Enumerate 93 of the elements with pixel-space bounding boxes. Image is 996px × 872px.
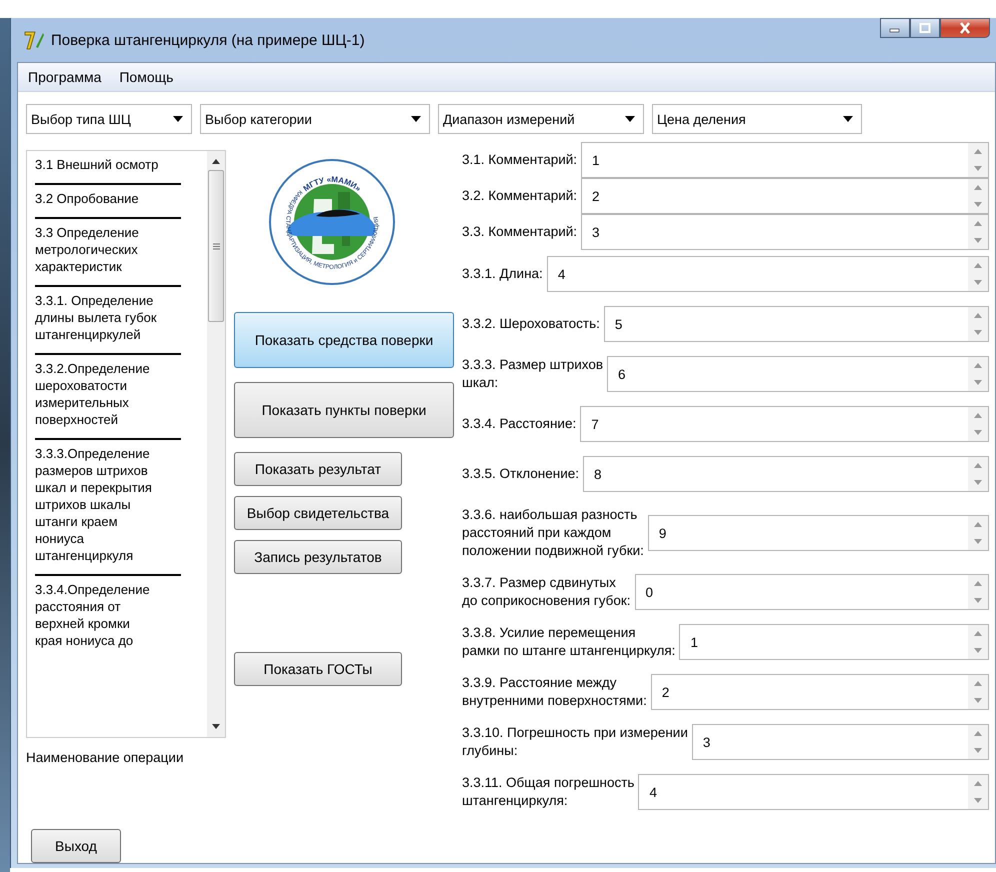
caret-icon: [843, 116, 853, 122]
up-arrow-icon[interactable]: [974, 631, 982, 636]
field-label: 3.3.5. Отклонение:: [462, 465, 580, 483]
dropdown[interactable]: Выбор типа ШЦ: [26, 104, 192, 134]
field-label: 3.3.9. Расcтояние между внутренними поверхностями:: [462, 674, 647, 710]
up-arrow-icon[interactable]: [974, 263, 982, 268]
exit-button[interactable]: Выход: [31, 829, 121, 863]
operation-item[interactable]: 3.3.4.Определение расстояния от верхней кромки края нониуса до: [35, 578, 181, 659]
field-label: 3.3.8. Усилие перемещения рамки по штанге штангенциркуля:: [462, 624, 676, 660]
input-field[interactable]: 5: [604, 306, 989, 342]
input-field[interactable]: 3: [581, 214, 989, 250]
field-label: 3.3.1. Длина:: [462, 265, 543, 283]
maximize-icon: [919, 23, 931, 33]
up-arrow-icon[interactable]: [974, 522, 982, 527]
input-field[interactable]: 1: [581, 142, 989, 178]
up-arrow-icon[interactable]: [974, 221, 982, 226]
down-arrow-icon[interactable]: [974, 330, 982, 335]
up-arrow-icon[interactable]: [974, 313, 982, 318]
operation-caption: Наименование операции: [26, 750, 184, 765]
field-label: 3.3.4. Расстояние:: [462, 415, 576, 433]
up-arrow-icon[interactable]: [974, 463, 982, 468]
input-field[interactable]: 6: [607, 356, 989, 392]
input-field[interactable]: 1: [679, 624, 989, 660]
down-arrow-icon[interactable]: [974, 166, 982, 171]
down-arrow-icon[interactable]: [974, 598, 982, 603]
dropdown[interactable]: Диапазон измерений: [438, 104, 644, 134]
up-arrow-icon[interactable]: [974, 363, 982, 368]
field-label: 3.3. Комментарий:: [462, 223, 578, 241]
input-field[interactable]: 7: [580, 406, 989, 442]
minimize-button[interactable]: [880, 18, 910, 38]
operation-item[interactable]: 3.3.1. Определение длины вылета губок штангенциркулей: [35, 289, 181, 355]
caret-icon: [411, 116, 421, 122]
operation-item[interactable]: 3.1 Внешний осмотр: [35, 153, 181, 185]
input-field[interactable]: 2: [581, 178, 989, 214]
window-title: Поверка штангенциркуля (на примере ШЦ-1): [51, 32, 365, 48]
field-label: 3.3.11. Общая погрешность штангенциркуля:: [462, 774, 634, 810]
field-label: 3.3.10. Погрешность при измерении глубины:: [462, 724, 688, 760]
field-label: 3.3.2. Шероховатость:: [462, 315, 600, 333]
scroll-down-icon: [212, 724, 220, 729]
menu-item[interactable]: Помощь: [119, 69, 174, 85]
field-label: 3.3.3. Размер штрихов шкал:: [462, 356, 604, 392]
down-arrow-icon[interactable]: [974, 748, 982, 753]
input-field[interactable]: 0: [634, 574, 989, 610]
maximize-button[interactable]: [910, 18, 940, 38]
app-icon: [23, 29, 45, 51]
close-button[interactable]: [940, 18, 990, 38]
down-arrow-icon[interactable]: [974, 698, 982, 703]
down-arrow-icon[interactable]: [974, 430, 982, 435]
action-button[interactable]: Показать результат: [234, 452, 402, 486]
dropdown[interactable]: Цена деления: [652, 104, 862, 134]
down-arrow-icon[interactable]: [974, 480, 982, 485]
down-arrow-icon[interactable]: [974, 202, 982, 207]
up-arrow-icon[interactable]: [974, 781, 982, 786]
up-arrow-icon[interactable]: [974, 149, 982, 154]
action-button[interactable]: Показать средства поверки: [234, 312, 454, 368]
input-field[interactable]: 4: [546, 256, 989, 292]
input-field[interactable]: 8: [583, 456, 989, 492]
down-arrow-icon[interactable]: [974, 238, 982, 243]
scroll-up-icon: [212, 159, 220, 164]
up-arrow-icon[interactable]: [974, 185, 982, 190]
field-label: 3.1. Комментарий:: [462, 151, 578, 169]
menu-item[interactable]: Программа: [28, 69, 102, 85]
down-arrow-icon[interactable]: [974, 380, 982, 385]
grip-icon: [212, 242, 220, 250]
caret-icon: [625, 116, 635, 122]
close-icon: [958, 22, 972, 34]
action-button[interactable]: Показать пункты поверки: [234, 382, 454, 438]
input-field[interactable]: 3: [692, 724, 989, 760]
operation-item[interactable]: 3.3.2.Определение шероховатости измерительных поверхностей: [35, 357, 181, 440]
input-field[interactable]: 9: [648, 515, 989, 551]
action-button[interactable]: Запись результатов: [234, 540, 402, 574]
up-arrow-icon[interactable]: [974, 731, 982, 736]
action-button[interactable]: Выбор свидетельства: [234, 496, 402, 530]
input-field[interactable]: 2: [650, 674, 989, 710]
field-label: 3.2. Комментарий:: [462, 187, 578, 205]
down-arrow-icon[interactable]: [974, 539, 982, 544]
up-arrow-icon[interactable]: [974, 581, 982, 586]
field-label: 3.3.6. наибольшая разность расстояний при каждом положении подвижной губки:: [462, 506, 644, 560]
field-label: 3.3.7. Размер сдвинутых до соприкосновения губок:: [462, 574, 630, 610]
caret-icon: [173, 116, 183, 122]
up-arrow-icon[interactable]: [974, 413, 982, 418]
scroll-thumb[interactable]: [208, 170, 224, 322]
down-arrow-icon[interactable]: [974, 648, 982, 653]
scrollbar[interactable]: [207, 151, 225, 737]
dropdown[interactable]: Выбор категории: [200, 104, 430, 134]
down-arrow-icon[interactable]: [974, 798, 982, 803]
action-button[interactable]: Показать ГОСТы: [234, 652, 402, 686]
input-field[interactable]: 4: [638, 774, 989, 810]
down-arrow-icon[interactable]: [974, 280, 982, 285]
operation-item[interactable]: 3.3.3.Определение размеров штрихов шкал и перекрытия штрихов шкалы штанги краем нониуса штангенциркуля: [35, 442, 181, 576]
operation-item[interactable]: 3.2 Опробование: [35, 187, 181, 219]
up-arrow-icon[interactable]: [974, 681, 982, 686]
operation-item[interactable]: 3.3 Определение метрологических характеристик: [35, 221, 181, 287]
